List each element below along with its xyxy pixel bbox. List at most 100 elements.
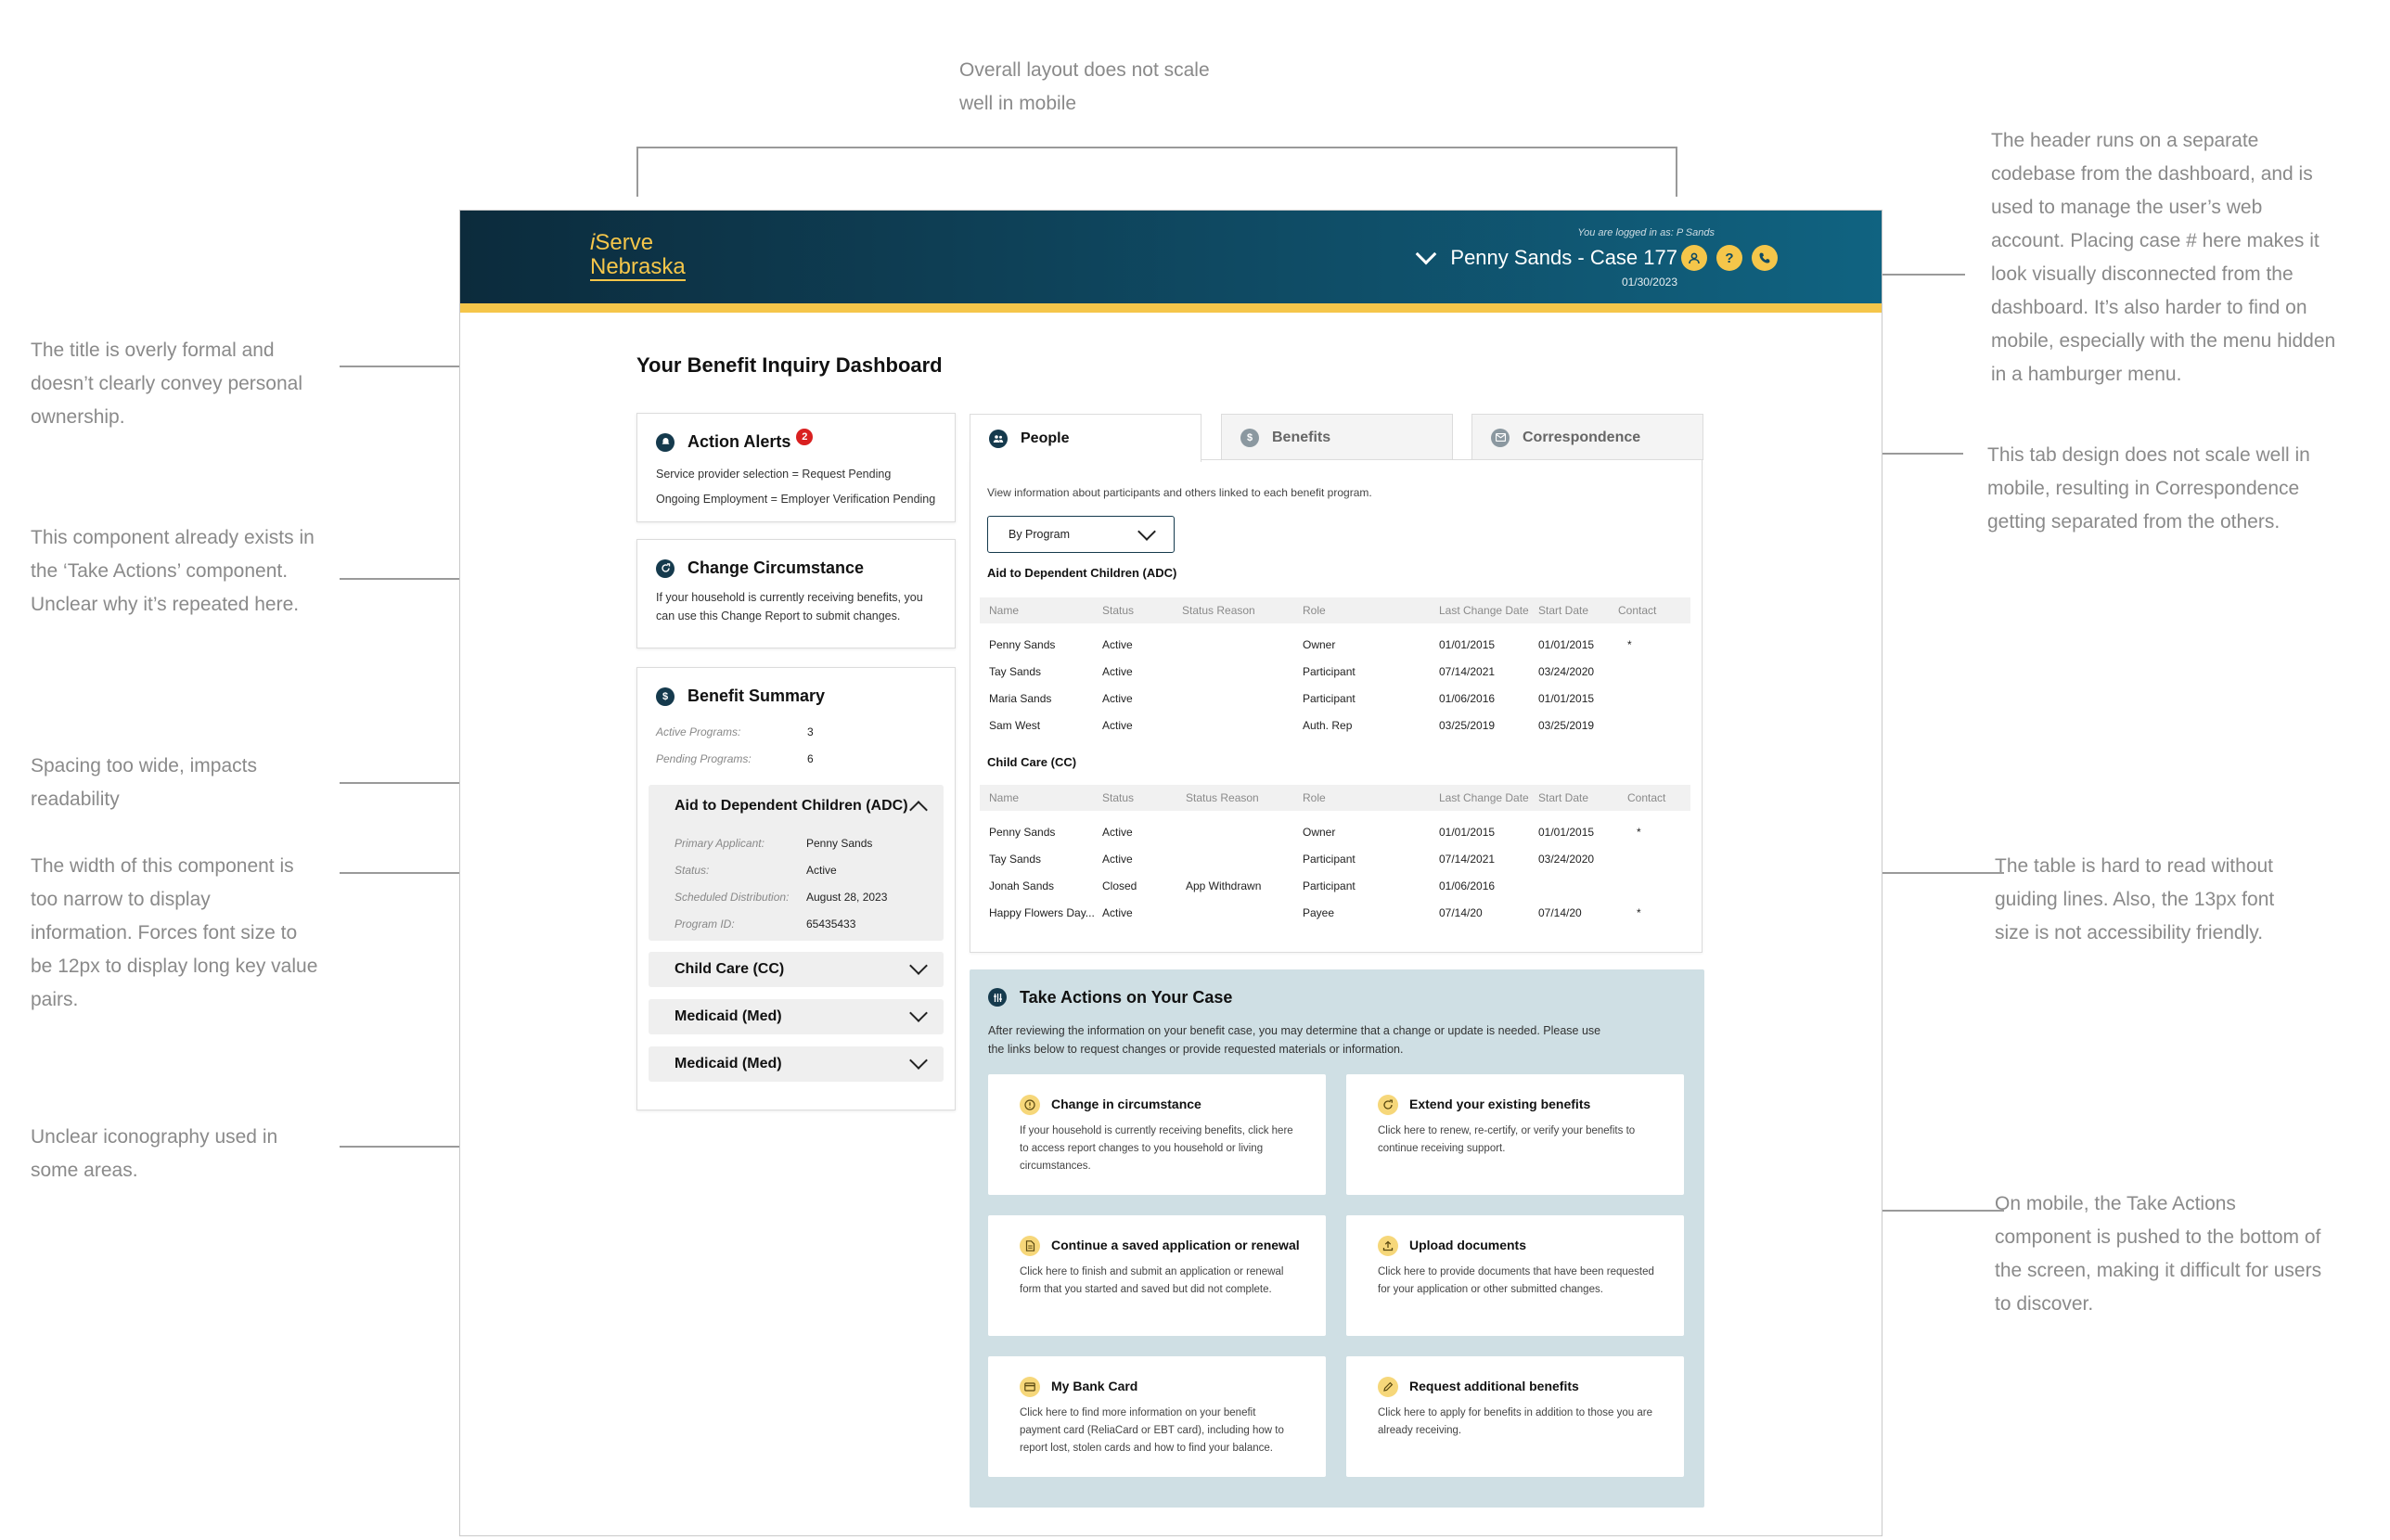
bracket-right (1676, 147, 1677, 197)
annotation-line: ownership. (31, 406, 125, 428)
chevron-up-icon[interactable] (909, 801, 928, 819)
col-header: Role (1303, 791, 1326, 804)
phone-icon[interactable] (1752, 245, 1778, 271)
table-cell: 03/25/2019 (1439, 719, 1496, 732)
people-icon (989, 429, 1008, 448)
annotation-line: Overall layout does not scale (959, 59, 1210, 81)
table-cell: Sam West (989, 719, 1041, 732)
table-cell: 07/14/20 (1439, 906, 1483, 919)
help-icon[interactable]: ? (1716, 245, 1742, 271)
action-card-desc: Click here to apply for benefits in addi… (1378, 1407, 1652, 1436)
take-actions-title: Take Actions on Your Case (1020, 988, 1233, 1007)
tab-correspondence[interactable]: Correspondence (1471, 414, 1703, 460)
table-cell: 07/14/2021 (1439, 853, 1496, 866)
bracket-left (636, 147, 638, 197)
table-cell: Happy Flowers Day... (989, 906, 1095, 919)
action-card-title: Continue a saved application or renewal (1051, 1238, 1300, 1252)
annotation-line: mobile, especially with the menu hidden (1991, 330, 2336, 352)
case-selector[interactable]: Penny Sands - Case 177 (1416, 243, 1677, 270)
action-card-extend-your-existing-benefits[interactable]: Extend your existing benefits Click here … (1346, 1074, 1684, 1195)
annotation-title: The title is overly formal and doesn’t c… (31, 334, 302, 434)
col-header: Start Date (1538, 791, 1589, 804)
table-cell: Participant (1303, 879, 1356, 892)
action-card-title: My Bank Card (1051, 1379, 1138, 1393)
action-card-desc: Click here to provide documents that hav… (1378, 1266, 1654, 1295)
table-row: Maria Sands Active Participant 01/06/2016 01… (989, 692, 1694, 711)
people-intro: View information about participants and … (987, 486, 1372, 499)
action-card-continue-a-saved-application-or-renewal[interactable]: Continue a saved application or renewal C… (988, 1215, 1326, 1336)
program-select[interactable]: By Program (987, 516, 1175, 553)
col-header: Contact (1618, 604, 1657, 617)
kv-value: August 28, 2023 (806, 891, 888, 904)
accordion-adc[interactable]: Aid to Dependent Children (ADC) Primary … (649, 785, 944, 941)
action-alerts-card: Action Alerts 2 Service provider selecti… (636, 413, 956, 522)
annotation-line: too narrow to display (31, 889, 211, 910)
header-date: 01/30/2023 (1621, 276, 1677, 289)
annotation-line: getting separated from the others. (1987, 511, 2281, 533)
annotation-line: pairs. (31, 989, 79, 1010)
accordion-med[interactable]: Medicaid (Med) (649, 999, 944, 1034)
alert-item[interactable]: Service provider selection = Request Pen… (656, 462, 935, 487)
table-cell: Active (1102, 719, 1133, 732)
annotation-line: doesn’t clearly convey personal (31, 373, 302, 394)
kv-key: Pending Programs: (656, 752, 752, 765)
bracket-top (636, 147, 1677, 148)
annotation-tabs: This tab design does not scale well in m… (1987, 439, 2310, 539)
table-cell: 07/14/2021 (1439, 665, 1496, 678)
change-circumstance-title: Change Circumstance (687, 558, 865, 577)
document-icon (1020, 1236, 1040, 1256)
alert-item[interactable]: Ongoing Employment = Employer Verificati… (656, 487, 935, 512)
action-card-change-in-circumstance[interactable]: Change in circumstance If your household … (988, 1074, 1326, 1195)
person-icon[interactable] (1681, 245, 1707, 271)
chevron-down-icon[interactable] (909, 1051, 928, 1070)
kv-value: 6 (807, 752, 814, 765)
alerts-list: Service provider selection = Request Pen… (656, 462, 935, 512)
annotation-line: be 12px to display long key value (31, 956, 318, 977)
accordion-cc[interactable]: Child Care (CC) (649, 952, 944, 987)
tab-people[interactable]: People (970, 414, 1201, 462)
action-card-upload-documents[interactable]: Upload documents Click here to provide do… (1346, 1215, 1684, 1336)
table-cell: Tay Sands (989, 665, 1042, 678)
tab-benefits[interactable]: $ Benefits (1221, 414, 1453, 460)
action-card-my-bank-card[interactable]: My Bank Card Click here to find more info… (988, 1356, 1326, 1477)
annotation-line: the ‘Take Actions’ component. (31, 560, 289, 582)
accordion-med-2[interactable]: Medicaid (Med) (649, 1046, 944, 1082)
header-accent-bar (460, 303, 1882, 313)
refresh-icon (1378, 1095, 1398, 1115)
change-circumstance-card[interactable]: Change Circumstance If your household is… (636, 539, 956, 648)
tab-label: Benefits (1272, 429, 1331, 445)
annotation-width: The width of this component is too narro… (31, 850, 317, 1017)
action-card-desc: Click here to renew, re-certify, or veri… (1378, 1125, 1636, 1154)
logo-serve: Serve (595, 230, 654, 255)
table-cell: Active (1102, 665, 1133, 678)
table-cell: App Withdrawn (1186, 879, 1262, 892)
action-card-desc: Click here to finish and submit an appli… (1020, 1266, 1284, 1295)
table-cell: Active (1102, 638, 1133, 651)
table-cell: 01/01/2015 (1538, 638, 1595, 651)
dollar-icon: $ (1240, 428, 1259, 447)
annotation-line: information. Forces font size to (31, 922, 298, 943)
annotation-line: codebase from the dashboard, and is (1991, 163, 2313, 185)
tools-icon (988, 988, 1007, 1007)
action-card-desc: Click here to find more information on y… (1020, 1407, 1284, 1454)
table-cell: Participant (1303, 692, 1356, 705)
kv-key: Status: (675, 864, 710, 877)
col-header: Last Change Date (1439, 604, 1529, 617)
table-cell: Owner (1303, 826, 1336, 839)
logo[interactable]: iServe Nebraska (590, 231, 686, 281)
accordion-title: Child Care (CC) (675, 961, 785, 977)
annotation-header: The header runs on a separate codebase f… (1991, 124, 2335, 391)
annotation-component: This component already exists in the ‘Ta… (31, 521, 315, 622)
annotation-line: in a hamburger menu. (1991, 364, 2182, 385)
chevron-down-icon[interactable] (909, 1004, 928, 1022)
table-cell: Active (1102, 853, 1133, 866)
table-cell: Active (1102, 906, 1133, 919)
chevron-down-icon[interactable] (909, 956, 928, 975)
annotation-line: dashboard. It’s also harder to find on (1991, 297, 2307, 318)
annotation-line: Spacing too wide, impacts (31, 755, 257, 776)
annotation-table: The table is hard to read without guidin… (1995, 850, 2274, 950)
chevron-down-icon (1416, 243, 1437, 265)
table-cell: * (1637, 906, 1641, 919)
tab-label: Correspondence (1523, 429, 1641, 445)
action-card-request-additional-benefits[interactable]: Request additional benefits Click here to… (1346, 1356, 1684, 1477)
